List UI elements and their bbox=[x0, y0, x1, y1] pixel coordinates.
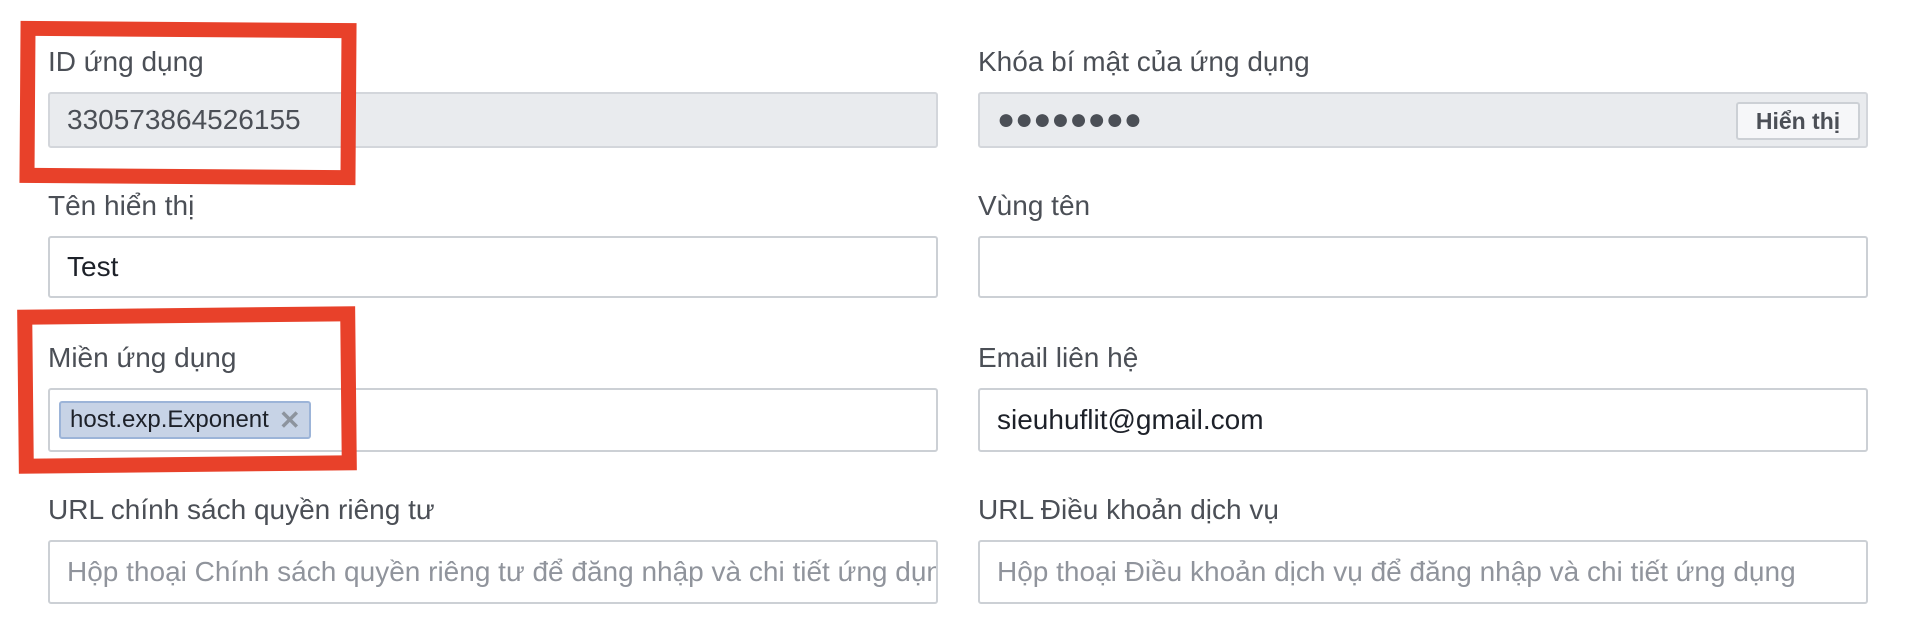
annotation-highlight-app-id bbox=[19, 20, 357, 186]
app-secret-field: ●●●●●●●● Hiển thị bbox=[978, 92, 1868, 148]
terms-url-label: URL Điều khoản dịch vụ bbox=[978, 494, 1279, 525]
display-name-input[interactable]: Test bbox=[48, 236, 938, 298]
namespace-input[interactable] bbox=[978, 236, 1868, 298]
contact-email-input[interactable]: sieuhuflit@gmail.com bbox=[978, 388, 1868, 452]
privacy-url-input[interactable]: Hộp thoại Chính sách quyền riêng tư để đ… bbox=[48, 540, 938, 604]
contact-email-label: Email liên hệ bbox=[978, 342, 1139, 373]
terms-url-placeholder: Hộp thoại Điều khoản dịch vụ để đăng nhậ… bbox=[997, 556, 1796, 587]
terms-url-input[interactable]: Hộp thoại Điều khoản dịch vụ để đăng nhậ… bbox=[978, 540, 1868, 604]
show-secret-button[interactable]: Hiển thị bbox=[1736, 102, 1860, 140]
contact-email-value: sieuhuflit@gmail.com bbox=[997, 404, 1264, 435]
privacy-url-placeholder: Hộp thoại Chính sách quyền riêng tư để đ… bbox=[67, 556, 938, 587]
app-secret-label: Khóa bí mật của ứng dụng bbox=[978, 46, 1310, 77]
app-secret-masked-value: ●●●●●●●● bbox=[997, 103, 1142, 136]
namespace-label: Vùng tên bbox=[978, 190, 1091, 221]
annotation-highlight-app-domains bbox=[17, 306, 357, 474]
display-name-value: Test bbox=[67, 251, 119, 282]
display-name-label: Tên hiển thị bbox=[48, 190, 195, 221]
privacy-url-label: URL chính sách quyền riêng tư bbox=[48, 494, 435, 525]
